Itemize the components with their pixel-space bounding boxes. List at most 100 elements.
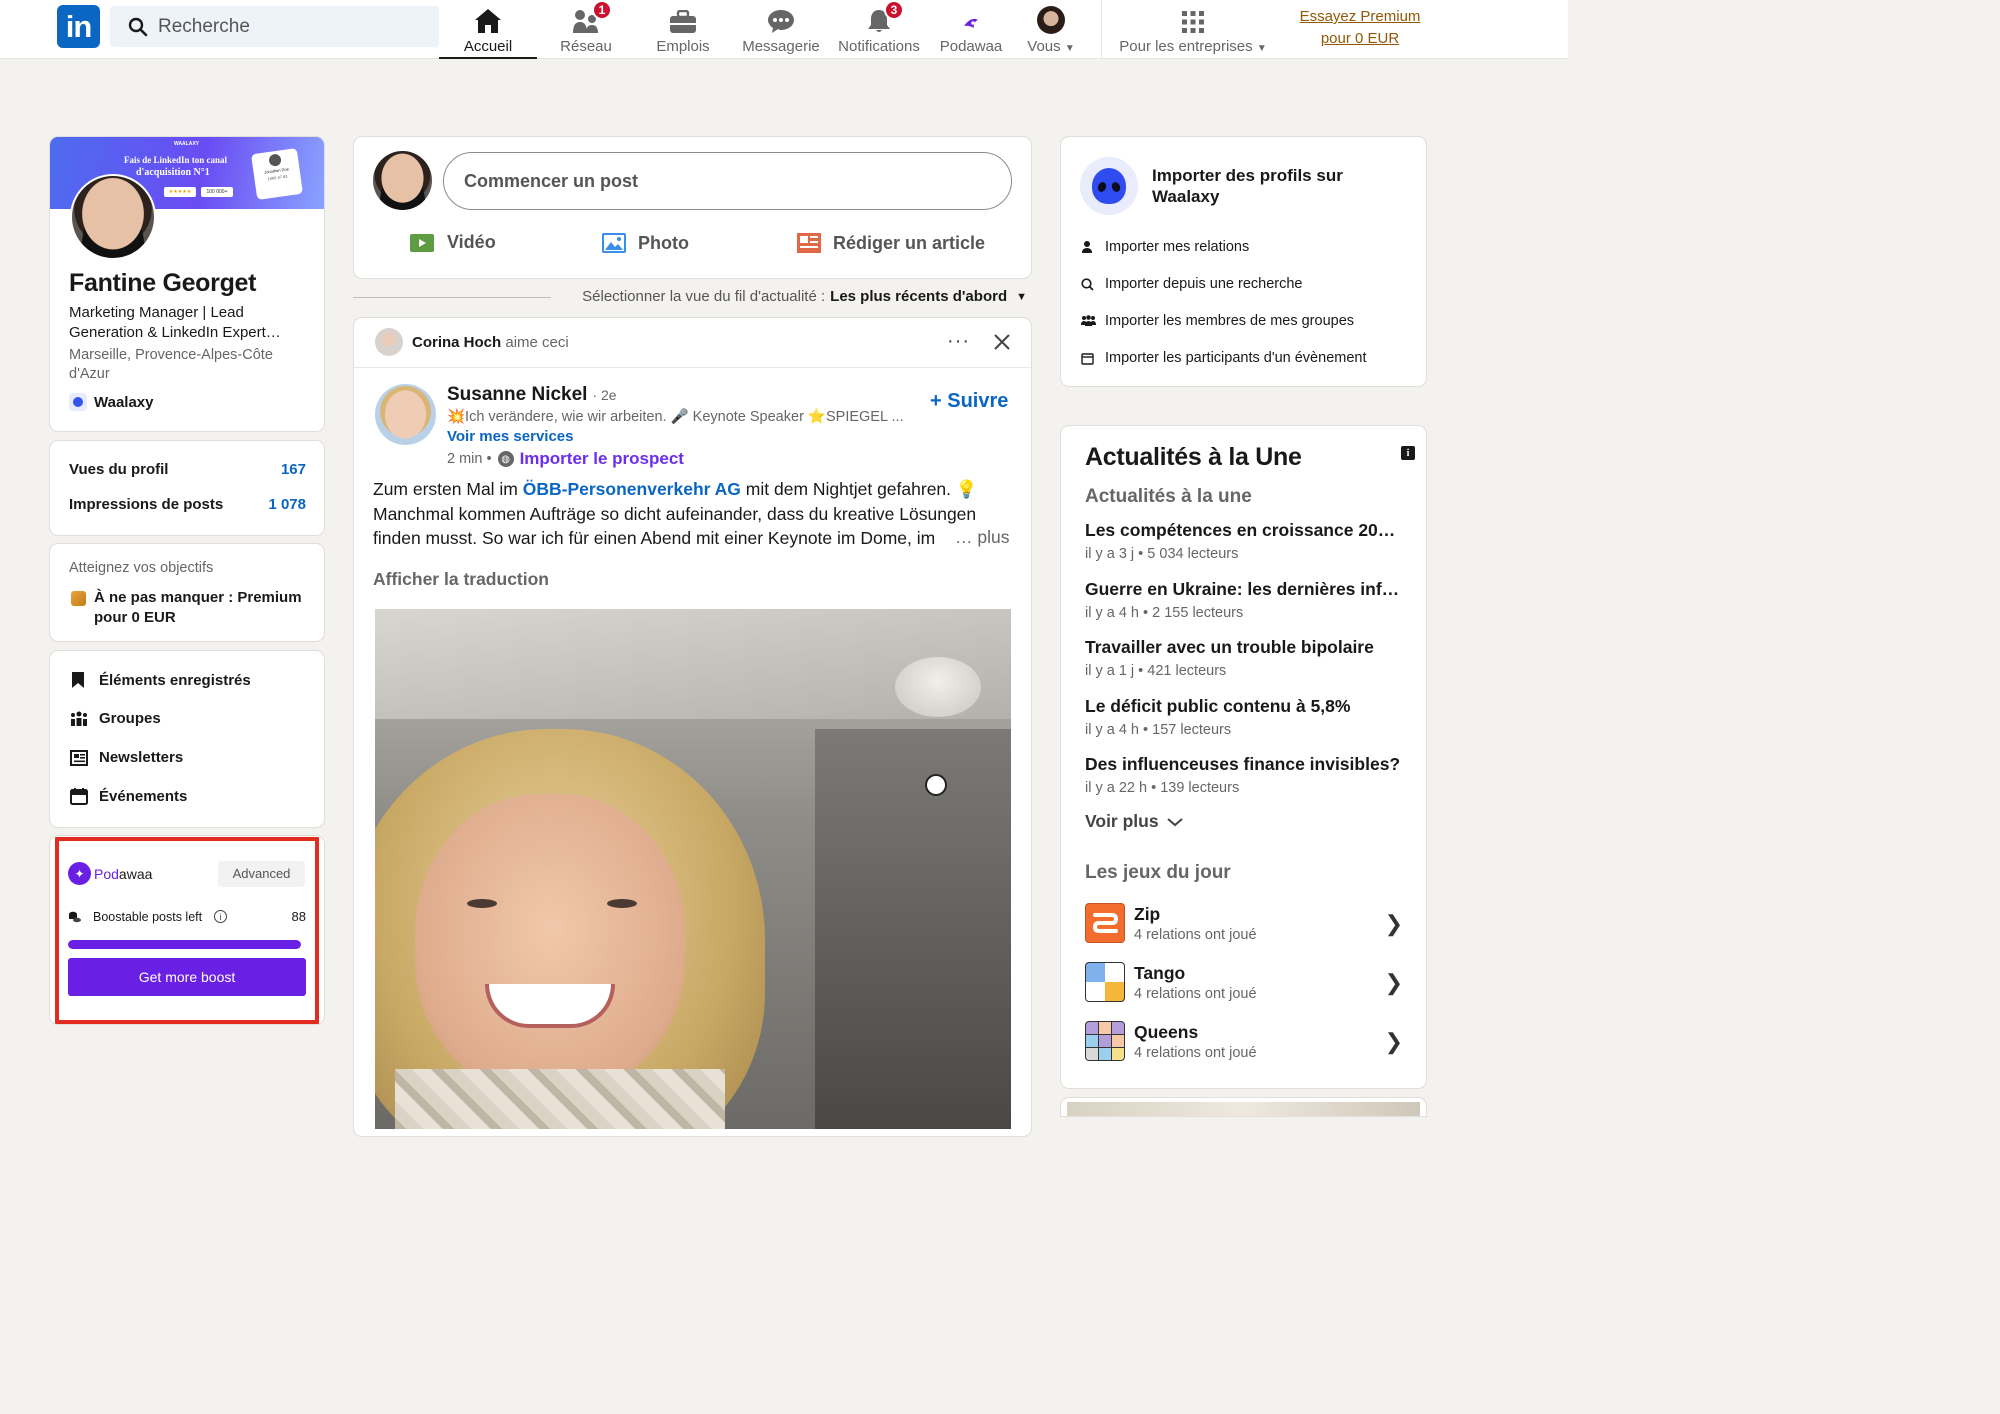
banner-line2: d'acquisition N°1: [136, 167, 210, 178]
get-more-boost-button[interactable]: Get more boost: [68, 958, 306, 996]
article-icon: [797, 233, 821, 253]
profile-company[interactable]: Waalaxy: [69, 393, 153, 411]
nav-business-label: Pour les entreprises ▼: [1119, 38, 1266, 55]
see-more-link[interactable]: … plus: [951, 527, 1010, 548]
profile-location: Marseille, Provence-Alpes-Côte d'Azur: [69, 347, 273, 382]
feed-sort-dropdown[interactable]: Sélectionner la vue du fil d'actualité :…: [582, 288, 1027, 305]
composer-article-button[interactable]: Rédiger un article: [796, 232, 985, 254]
queens-game-icon: [1085, 1021, 1125, 1061]
scarf: [395, 1069, 725, 1129]
more-options-icon[interactable]: ···: [947, 330, 970, 353]
shortcut-groups[interactable]: Groupes: [70, 710, 161, 727]
premium-link[interactable]: Essayez Premium pour 0 EUR: [1290, 6, 1430, 50]
search-input[interactable]: [158, 15, 438, 38]
follow-button[interactable]: + Suivre: [930, 390, 1008, 413]
linkedin-logo[interactable]: in: [57, 5, 100, 48]
import-event-link[interactable]: Importer les participants d'un évènement: [1081, 350, 1367, 366]
nav-reseau[interactable]: 1 Réseau: [537, 0, 635, 59]
info-icon[interactable]: i: [1401, 446, 1415, 460]
goals-text: À ne pas manquer : Premium pour 0 EUR: [94, 589, 302, 626]
author-degree: · 2e: [592, 387, 617, 403]
no-smoking-sign: [925, 774, 947, 796]
post-time: 2 min •: [447, 451, 492, 467]
liker-action: aime ceci: [505, 334, 569, 351]
liker-avatar[interactable]: [375, 328, 403, 356]
nav-vous[interactable]: Vous ▼: [1015, 0, 1087, 59]
newsletter-icon: [70, 749, 88, 766]
goals-card[interactable]: Atteignez vos objectifs À ne pas manquer…: [49, 543, 325, 642]
liker-name[interactable]: Corina Hoch: [412, 334, 501, 351]
import-search-link[interactable]: Importer depuis une recherche: [1081, 276, 1302, 292]
briefcase-icon: [670, 10, 696, 33]
author-avatar[interactable]: [375, 384, 436, 445]
show-translation-link[interactable]: Afficher la traduction: [373, 569, 549, 590]
banner-mini-card: Jonathan Doe 1000 47 83: [251, 148, 303, 200]
news-item[interactable]: Travailler avec un trouble bipolaire il …: [1085, 637, 1405, 679]
nav-messagerie[interactable]: Messagerie: [731, 0, 831, 59]
nav-label: Accueil: [463, 38, 513, 55]
composer-video-button[interactable]: Vidéo: [409, 232, 496, 253]
start-post-button[interactable]: Commencer un post: [443, 152, 1012, 210]
stat-row[interactable]: Vues du profil 167: [69, 461, 306, 478]
game-item-zip[interactable]: Zip 4 relations ont joué ❯: [1085, 903, 1403, 947]
stat-label: Vues du profil: [69, 461, 169, 478]
shortcut-events[interactable]: Événements: [70, 788, 187, 805]
nav-business[interactable]: Pour les entreprises ▼: [1110, 0, 1276, 59]
nav-notifications[interactable]: 3 Notifications: [831, 0, 927, 59]
podawaa-brand-pod: Pod: [94, 865, 119, 882]
feed-sort-bar: Sélectionner la vue du fil d'actualité :…: [353, 286, 1032, 308]
info-icon[interactable]: i: [214, 910, 228, 923]
games-title: Les jeux du jour: [1085, 862, 1231, 883]
nav-accueil[interactable]: Accueil: [439, 0, 537, 59]
person-face: [415, 794, 685, 1094]
premium-line1: Essayez Premium: [1299, 8, 1421, 25]
game-name: Tango: [1134, 963, 1186, 983]
view-services-link[interactable]: Voir mes services: [447, 428, 573, 445]
import-relations-link[interactable]: Importer mes relations: [1081, 239, 1249, 255]
news-item[interactable]: Des influenceuses finance invisibles? il…: [1085, 754, 1405, 796]
nav-divider: [1101, 0, 1102, 59]
import-groups-link[interactable]: Importer les membres de mes groupes: [1081, 313, 1354, 329]
plan-badge: Advanced: [218, 861, 305, 887]
nav-label: Messagerie: [742, 38, 820, 55]
close-icon[interactable]: [994, 334, 1010, 350]
shortcut-newsletters[interactable]: Newsletters: [70, 749, 183, 766]
nav-emplois[interactable]: Emplois: [635, 0, 731, 59]
shortcut-label: Événements: [99, 788, 188, 805]
composer-action-label: Vidéo: [447, 232, 496, 252]
game-item-queens[interactable]: Queens 4 relations ont joué ❯: [1085, 1021, 1403, 1065]
game-name: Zip: [1134, 904, 1161, 924]
stat-row[interactable]: Impressions de posts 1 078: [69, 496, 306, 513]
photo-icon: [602, 233, 626, 253]
company-mention-link[interactable]: ÖBB-Personenverkehr AG: [523, 479, 741, 499]
nav-podawaa[interactable]: Podawaa: [927, 0, 1015, 59]
post-image[interactable]: [375, 609, 1011, 1129]
podawaa-icon: ✦: [68, 862, 91, 885]
import-prospect-link[interactable]: Importer le prospect: [520, 449, 684, 469]
boost-count: 88: [291, 909, 306, 924]
profile-photo[interactable]: [70, 174, 156, 260]
wall-panel: [815, 729, 1011, 1129]
banner-brand: WAALAXY: [174, 141, 199, 147]
composer-avatar[interactable]: [373, 151, 432, 210]
chevron-right-icon: ❯: [1384, 970, 1403, 995]
notification-badge: 3: [884, 0, 904, 20]
author-name[interactable]: Susanne Nickel: [447, 384, 587, 406]
see-more-news-button[interactable]: Voir plus: [1085, 811, 1183, 832]
profile-name[interactable]: Fantine Georget: [69, 269, 256, 298]
goals-title: Atteignez vos objectifs: [69, 560, 214, 576]
news-item-meta: il y a 4 h • 157 lecteurs: [1085, 722, 1232, 738]
chevron-down-icon: [1166, 817, 1183, 826]
podawaa-logo[interactable]: ✦ Pod awaa: [68, 862, 152, 885]
news-item[interactable]: Le déficit public contenu à 5,8% il y a …: [1085, 696, 1405, 738]
game-item-tango[interactable]: Tango 4 relations ont joué ❯: [1085, 962, 1403, 1006]
see-more-label: Voir plus: [1085, 811, 1159, 831]
news-item[interactable]: Les compétences en croissance 20… il y a…: [1085, 520, 1405, 562]
news-item[interactable]: Guerre en Ukraine: les dernières inf… il…: [1085, 579, 1405, 621]
search-bar[interactable]: [110, 6, 439, 47]
nav-label: Podawaa: [939, 38, 1003, 55]
shortcut-saved[interactable]: Éléments enregistrés: [70, 671, 251, 689]
composer-photo-button[interactable]: Photo: [601, 232, 689, 254]
news-title: Actualités à la Une: [1085, 443, 1302, 471]
boost-label: Boostable posts left: [93, 909, 203, 924]
